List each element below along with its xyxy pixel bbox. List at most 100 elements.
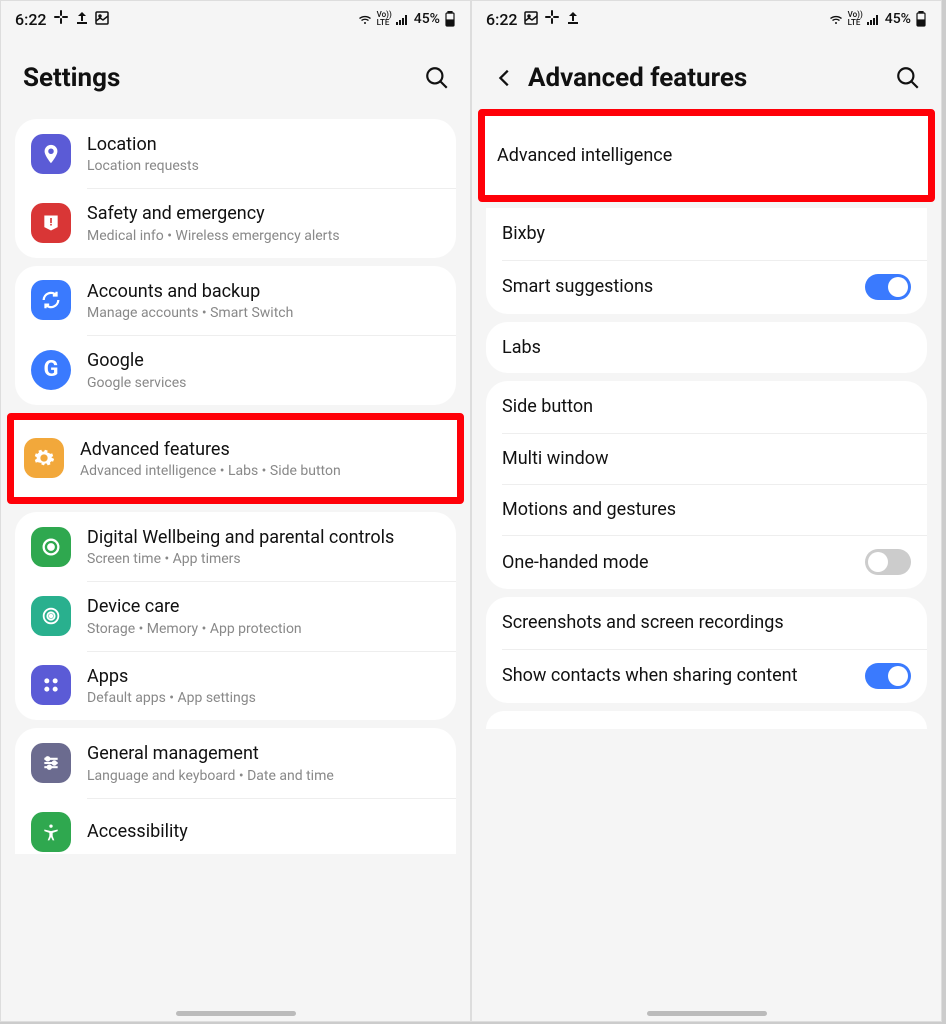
settings-item-google[interactable]: G Google Google services [15, 335, 456, 404]
item-subtitle: Manage accounts • Smart Switch [87, 305, 440, 321]
battery-text: 45% [885, 11, 911, 27]
search-button[interactable] [424, 65, 450, 91]
settings-item-location[interactable]: Location Location requests [15, 119, 456, 188]
item-title: Device care [87, 595, 440, 618]
settings-item-accounts[interactable]: Accounts and backup Manage accounts • Sm… [15, 266, 456, 335]
settings-item-apps[interactable]: Apps Default apps • App settings [15, 651, 456, 720]
wifi-icon [357, 13, 373, 25]
item-title: Show contacts when sharing content [502, 664, 865, 687]
highlight-advanced-features: Advanced features Advanced intelligence … [7, 413, 464, 504]
image-icon [524, 10, 538, 29]
slack-icon [544, 9, 560, 29]
settings-group: General management Language and keyboard… [15, 728, 456, 853]
nav-handle[interactable] [647, 1011, 767, 1016]
back-button[interactable] [494, 67, 516, 89]
item-title: Location [87, 133, 440, 156]
status-bar: 6:22 Vo))LTE 45% [472, 1, 941, 37]
item-one-handed-mode[interactable]: One-handed mode [486, 535, 927, 589]
settings-group: Digital Wellbeing and parental controls … [15, 512, 456, 720]
item-subtitle: Medical info • Wireless emergency alerts [87, 228, 440, 244]
toggle-show-contacts[interactable] [865, 663, 911, 689]
sync-icon [31, 280, 71, 320]
features-group-peek [486, 711, 927, 729]
item-bixby[interactable]: Bixby [486, 208, 927, 259]
settings-group: Location Location requests Safety and em… [15, 119, 456, 258]
page-header: Advanced features [472, 37, 941, 111]
item-advanced-intelligence[interactable]: Advanced intelligence [485, 116, 928, 195]
wifi-icon [828, 13, 844, 25]
toggle-smart-suggestions[interactable] [865, 274, 911, 300]
upload-icon [566, 10, 580, 29]
item-screenshots[interactable]: Screenshots and screen recordings [486, 597, 927, 648]
item-subtitle: Default apps • App settings [87, 690, 440, 706]
apps-icon [31, 665, 71, 705]
settings-item-safety[interactable]: Safety and emergency Medical info • Wire… [15, 188, 456, 257]
phone-right: 6:22 Vo))LTE 45% Advanced features [471, 0, 942, 1022]
settings-group: Accounts and backup Manage accounts • Sm… [15, 266, 456, 405]
item-title: Safety and emergency [87, 202, 440, 225]
image-icon [95, 10, 109, 29]
signal-icon [867, 13, 881, 25]
item-subtitle: Location requests [87, 158, 440, 174]
item-title: Digital Wellbeing and parental controls [87, 526, 440, 549]
item-subtitle: Advanced intelligence • Labs • Side butt… [80, 463, 447, 479]
item-title: Labs [502, 336, 911, 359]
item-motions-gestures[interactable]: Motions and gestures [486, 484, 927, 535]
status-time: 6:22 [15, 10, 47, 29]
signal-icon [396, 13, 410, 25]
volte-icon: Vo))LTE [848, 11, 863, 27]
sliders-icon [31, 743, 71, 783]
battery-text: 45% [414, 11, 440, 27]
item-subtitle: Screen time • App timers [87, 551, 440, 567]
item-title: Advanced intelligence [497, 144, 916, 167]
item-title: Side button [502, 395, 911, 418]
highlight-advanced-intelligence: Advanced intelligence [478, 109, 935, 202]
settings-item-device-care[interactable]: Device care Storage • Memory • App prote… [15, 581, 456, 650]
search-button[interactable] [895, 65, 921, 91]
settings-item-advanced-features[interactable]: Advanced features Advanced intelligence … [14, 420, 457, 497]
item-subtitle: Storage • Memory • App protection [87, 621, 440, 637]
gear-icon [24, 438, 64, 478]
page-header: Settings [1, 37, 470, 111]
item-show-contacts[interactable]: Show contacts when sharing content [486, 649, 927, 703]
page-title: Settings [23, 63, 120, 93]
item-title: Bixby [502, 222, 911, 245]
item-smart-suggestions[interactable]: Smart suggestions [486, 260, 927, 314]
settings-item-wellbeing[interactable]: Digital Wellbeing and parental controls … [15, 512, 456, 581]
settings-item-accessibility[interactable]: Accessibility [15, 798, 456, 854]
item-title: General management [87, 742, 440, 765]
item-title: Smart suggestions [502, 275, 865, 298]
item-title: Accounts and backup [87, 280, 440, 303]
item-multi-window[interactable]: Multi window [486, 433, 927, 484]
features-group: Screenshots and screen recordings Show c… [486, 597, 927, 702]
item-title: Multi window [502, 447, 911, 470]
item-title: Advanced features [80, 438, 447, 461]
wellbeing-icon [31, 527, 71, 567]
item-subtitle: Google services [87, 375, 440, 391]
upload-icon [75, 10, 89, 29]
item-side-button[interactable]: Side button [486, 381, 927, 432]
device-care-icon [31, 596, 71, 636]
item-title: Screenshots and screen recordings [502, 611, 911, 634]
item-title: Accessibility [87, 820, 440, 843]
volte-icon: Vo))LTE [377, 11, 392, 27]
status-bar: 6:22 Vo))LTE 45% [1, 1, 470, 37]
status-time: 6:22 [486, 10, 518, 29]
slack-icon [53, 9, 69, 29]
features-group: Labs [486, 322, 927, 373]
location-icon [31, 134, 71, 174]
item-title: Apps [87, 665, 440, 688]
battery-icon [444, 11, 456, 27]
nav-handle[interactable] [176, 1011, 296, 1016]
page-title: Advanced features [528, 63, 747, 93]
item-title: Motions and gestures [502, 498, 911, 521]
accessibility-icon [31, 812, 71, 852]
toggle-one-handed[interactable] [865, 549, 911, 575]
item-subtitle: Language and keyboard • Date and time [87, 768, 440, 784]
google-icon: G [31, 350, 71, 390]
item-title: Google [87, 349, 440, 372]
battery-icon [915, 11, 927, 27]
settings-item-general[interactable]: General management Language and keyboard… [15, 728, 456, 797]
item-labs[interactable]: Labs [486, 322, 927, 373]
alert-icon [31, 203, 71, 243]
